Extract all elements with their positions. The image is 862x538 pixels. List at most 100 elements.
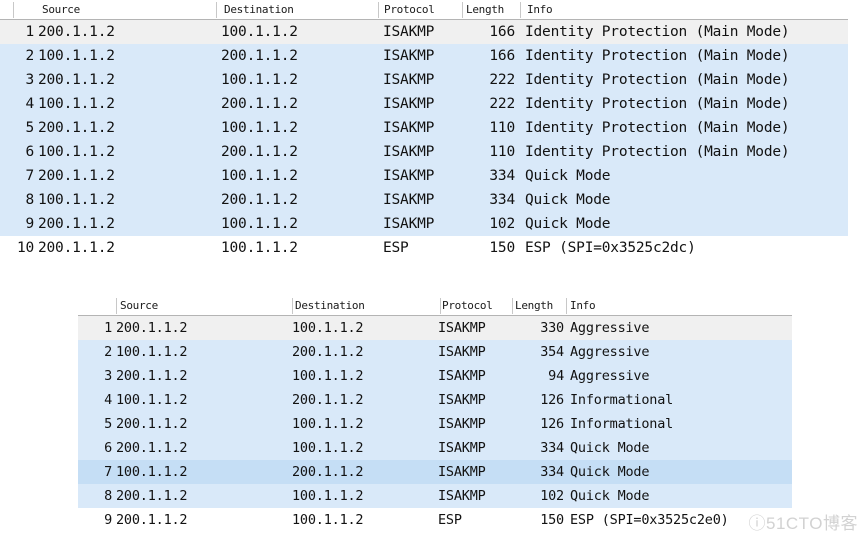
column-separator[interactable] — [13, 2, 14, 18]
packet-cell-destination: 200.1.1.2 — [292, 392, 364, 408]
packet-cell-no: 5 — [104, 416, 112, 432]
column-separator[interactable] — [440, 298, 441, 314]
packet-cell-no: 10 — [16, 240, 34, 256]
column-separator[interactable] — [378, 2, 379, 18]
packet-row[interactable]: 4 100.1.1.2 200.1.1.2 ISAKMP 126 Informationa… — [78, 388, 792, 412]
packet-cell-destination: 100.1.1.2 — [292, 368, 364, 384]
column-header-info[interactable]: Info — [527, 0, 847, 19]
packet-cell-info: Quick Mode — [570, 440, 650, 456]
column-header-protocol[interactable]: Protocol — [442, 296, 512, 315]
packet-cell-protocol: ISAKMP — [383, 72, 435, 88]
packet-cell-length: 334 — [489, 168, 515, 184]
packet-row[interactable]: 5 200.1.1.2 100.1.1.2 ISAKMP 126 Informationa… — [78, 412, 792, 436]
packet-cell-length: 334 — [489, 192, 515, 208]
packet-cell-protocol: ESP — [383, 240, 409, 256]
packet-cell-protocol: ISAKMP — [438, 488, 486, 504]
packet-cell-no: 2 — [104, 344, 112, 360]
packet-cell-source: 200.1.1.2 — [38, 240, 115, 256]
packet-row[interactable]: 7 100.1.1.2 200.1.1.2 ISAKMP 334 Quick Mode — [78, 460, 792, 484]
column-header-info[interactable]: Info — [570, 296, 790, 315]
packet-cell-protocol: ISAKMP — [438, 368, 486, 384]
packet-cell-info: Informational — [570, 416, 674, 432]
packet-row[interactable]: 8 200.1.1.2 100.1.1.2 ISAKMP 102 Quick Mode — [78, 484, 792, 508]
packet-cell-destination: 100.1.1.2 — [221, 168, 298, 184]
column-header-row[interactable]: Source Destination Protocol Length Info — [78, 296, 792, 316]
packet-cell-length: 94 — [548, 368, 564, 384]
packet-cell-source: 200.1.1.2 — [116, 488, 188, 504]
packet-cell-protocol: ISAKMP — [438, 344, 486, 360]
packet-cell-destination: 200.1.1.2 — [221, 192, 298, 208]
packet-list-table-lower[interactable]: Source Destination Protocol Length Info 1 200… — [78, 296, 792, 532]
packet-cell-source: 100.1.1.2 — [116, 464, 188, 480]
packet-cell-length: 102 — [489, 216, 515, 232]
column-header-length[interactable]: Length — [466, 0, 522, 19]
packet-cell-length: 150 — [540, 512, 564, 528]
column-header-source[interactable]: Source — [42, 0, 212, 19]
packet-cell-info: Identity Protection (Main Mode) — [525, 24, 790, 40]
packet-row[interactable]: 5 200.1.1.2 100.1.1.2 ISAKMP 110 Identity Pro… — [0, 116, 848, 140]
column-header-length[interactable]: Length — [515, 296, 569, 315]
column-separator[interactable] — [216, 2, 217, 18]
packet-cell-length: 354 — [540, 344, 564, 360]
packet-cell-source: 200.1.1.2 — [38, 72, 115, 88]
column-header-row[interactable]: Source Destination Protocol Length Info — [0, 0, 848, 20]
packet-cell-no: 4 — [25, 96, 34, 112]
packet-cell-no: 1 — [25, 24, 34, 40]
packet-cell-no: 7 — [104, 464, 112, 480]
packet-cell-no: 9 — [104, 512, 112, 528]
packet-row[interactable]: 1 200.1.1.2 100.1.1.2 ISAKMP 166 Identity Pro… — [0, 20, 848, 44]
column-header-destination[interactable]: Destination — [224, 0, 374, 19]
packet-cell-protocol: ISAKMP — [438, 392, 486, 408]
packet-cell-source: 100.1.1.2 — [38, 96, 115, 112]
packet-cell-source: 200.1.1.2 — [116, 512, 188, 528]
column-separator[interactable] — [292, 298, 293, 314]
packet-cell-length: 222 — [489, 72, 515, 88]
packet-row[interactable]: 6 100.1.1.2 200.1.1.2 ISAKMP 110 Identity Pro… — [0, 140, 848, 164]
packet-row[interactable]: 10 200.1.1.2 100.1.1.2 ESP 150 ESP (SPI=0x352… — [0, 236, 848, 260]
packet-cell-source: 100.1.1.2 — [38, 192, 115, 208]
column-separator[interactable] — [512, 298, 513, 314]
packet-cell-destination: 100.1.1.2 — [221, 216, 298, 232]
packet-cell-protocol: ISAKMP — [383, 96, 435, 112]
packet-cell-source: 200.1.1.2 — [116, 320, 188, 336]
packet-cell-destination: 100.1.1.2 — [292, 320, 364, 336]
packet-row[interactable]: 4 100.1.1.2 200.1.1.2 ISAKMP 222 Identity Pro… — [0, 92, 848, 116]
packet-cell-length: 126 — [540, 416, 564, 432]
packet-rows-container[interactable]: 1 200.1.1.2 100.1.1.2 ISAKMP 330 Aggressive 2 1… — [78, 316, 792, 532]
packet-cell-no: 7 — [25, 168, 34, 184]
packet-cell-no: 5 — [25, 120, 34, 136]
packet-cell-protocol: ISAKMP — [383, 24, 435, 40]
packet-row[interactable]: 3 200.1.1.2 100.1.1.2 ISAKMP 222 Identity Pro… — [0, 68, 848, 92]
packet-cell-info: Quick Mode — [525, 216, 611, 232]
packet-cell-info: Quick Mode — [525, 192, 611, 208]
column-header-source[interactable]: Source — [120, 296, 270, 315]
packet-row[interactable]: 3 200.1.1.2 100.1.1.2 ISAKMP 94 Aggressive — [78, 364, 792, 388]
packet-row[interactable]: 8 100.1.1.2 200.1.1.2 ISAKMP 334 Quick Mode — [0, 188, 848, 212]
column-header-destination[interactable]: Destination — [295, 296, 435, 315]
packet-cell-destination: 100.1.1.2 — [221, 72, 298, 88]
column-separator[interactable] — [116, 298, 117, 314]
packet-row[interactable]: 2 100.1.1.2 200.1.1.2 ISAKMP 166 Identity Pro… — [0, 44, 848, 68]
packet-cell-length: 330 — [540, 320, 564, 336]
packet-row[interactable]: 1 200.1.1.2 100.1.1.2 ISAKMP 330 Aggressive — [78, 316, 792, 340]
packet-cell-info: Aggressive — [570, 368, 650, 384]
column-header-protocol[interactable]: Protocol — [384, 0, 458, 19]
packet-rows-container[interactable]: 1 200.1.1.2 100.1.1.2 ISAKMP 166 Identity Pro… — [0, 20, 848, 260]
packet-cell-protocol: ISAKMP — [383, 192, 435, 208]
packet-cell-destination: 100.1.1.2 — [292, 416, 364, 432]
packet-cell-destination: 200.1.1.2 — [221, 144, 298, 160]
packet-cell-destination: 200.1.1.2 — [221, 96, 298, 112]
packet-cell-info: Informational — [570, 392, 674, 408]
packet-row[interactable]: 9 200.1.1.2 100.1.1.2 ISAKMP 102 Quick Mode — [0, 212, 848, 236]
packet-row[interactable]: 9 200.1.1.2 100.1.1.2 ESP 150 ESP (SPI=0x3525… — [78, 508, 792, 532]
packet-row[interactable]: 2 100.1.1.2 200.1.1.2 ISAKMP 354 Aggressive — [78, 340, 792, 364]
packet-row[interactable]: 6 200.1.1.2 100.1.1.2 ISAKMP 334 Quick Mode — [78, 436, 792, 460]
packet-row[interactable]: 7 200.1.1.2 100.1.1.2 ISAKMP 334 Quick Mode — [0, 164, 848, 188]
packet-cell-no: 3 — [25, 72, 34, 88]
packet-list-table-upper[interactable]: Source Destination Protocol Length Info 1 200… — [0, 0, 848, 260]
packet-cell-source: 200.1.1.2 — [38, 216, 115, 232]
packet-cell-protocol: ISAKMP — [383, 168, 435, 184]
column-separator[interactable] — [462, 2, 463, 18]
packet-cell-source: 200.1.1.2 — [116, 368, 188, 384]
packet-cell-info: Quick Mode — [570, 464, 650, 480]
